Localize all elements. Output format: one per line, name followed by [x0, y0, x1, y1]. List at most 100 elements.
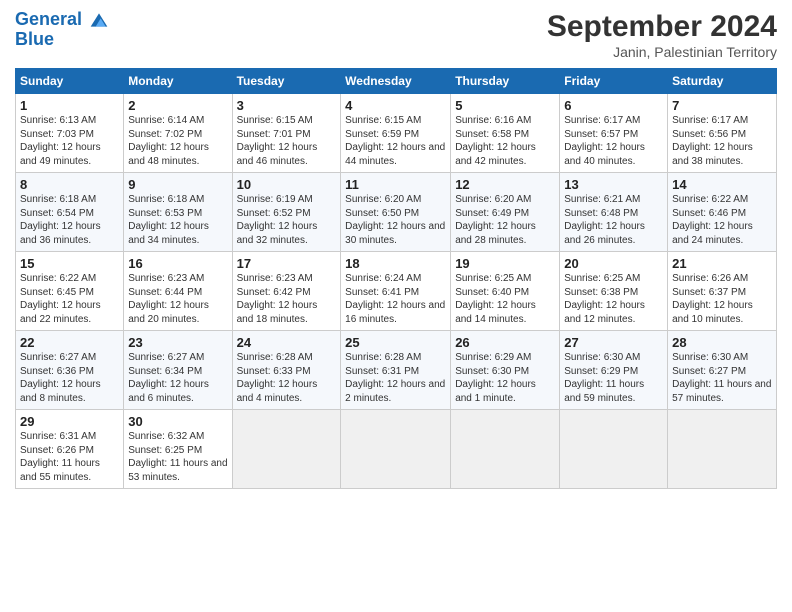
day-number: 28: [672, 335, 772, 350]
day-info: Sunrise: 6:17 AM Sunset: 6:56 PM Dayligh…: [672, 114, 772, 168]
calendar-cell: 23 Sunrise: 6:27 AM Sunset: 6:34 PM Dayl…: [124, 331, 232, 410]
day-info: Sunrise: 6:26 AM Sunset: 6:37 PM Dayligh…: [672, 272, 772, 326]
day-header-saturday: Saturday: [668, 69, 777, 94]
week-row-1: 1 Sunrise: 6:13 AM Sunset: 7:03 PM Dayli…: [16, 94, 777, 173]
day-number: 3: [237, 98, 337, 113]
day-number: 2: [128, 98, 227, 113]
day-info: Sunrise: 6:21 AM Sunset: 6:48 PM Dayligh…: [564, 193, 663, 247]
week-row-5: 29 Sunrise: 6:31 AM Sunset: 6:26 PM Dayl…: [16, 410, 777, 489]
day-info: Sunrise: 6:27 AM Sunset: 6:34 PM Dayligh…: [128, 351, 227, 405]
header: General Blue September 2024 Janin, Pales…: [15, 10, 777, 60]
day-header-friday: Friday: [560, 69, 668, 94]
logo-text2: Blue: [15, 30, 109, 50]
day-number: 19: [455, 256, 555, 271]
calendar-cell: 3 Sunrise: 6:15 AM Sunset: 7:01 PM Dayli…: [232, 94, 341, 173]
day-number: 27: [564, 335, 663, 350]
day-number: 10: [237, 177, 337, 192]
day-info: Sunrise: 6:19 AM Sunset: 6:52 PM Dayligh…: [237, 193, 337, 247]
day-number: 25: [345, 335, 446, 350]
calendar-cell: 1 Sunrise: 6:13 AM Sunset: 7:03 PM Dayli…: [16, 94, 124, 173]
calendar-cell: 28 Sunrise: 6:30 AM Sunset: 6:27 PM Dayl…: [668, 331, 777, 410]
day-number: 9: [128, 177, 227, 192]
calendar-cell: 18 Sunrise: 6:24 AM Sunset: 6:41 PM Dayl…: [341, 252, 451, 331]
calendar-cell: [560, 410, 668, 489]
day-info: Sunrise: 6:27 AM Sunset: 6:36 PM Dayligh…: [20, 351, 119, 405]
day-header-monday: Monday: [124, 69, 232, 94]
calendar-header-row: SundayMondayTuesdayWednesdayThursdayFrid…: [16, 69, 777, 94]
calendar-table: SundayMondayTuesdayWednesdayThursdayFrid…: [15, 68, 777, 489]
day-info: Sunrise: 6:18 AM Sunset: 6:53 PM Dayligh…: [128, 193, 227, 247]
day-info: Sunrise: 6:32 AM Sunset: 6:25 PM Dayligh…: [128, 430, 227, 484]
week-row-2: 8 Sunrise: 6:18 AM Sunset: 6:54 PM Dayli…: [16, 173, 777, 252]
day-info: Sunrise: 6:30 AM Sunset: 6:29 PM Dayligh…: [564, 351, 663, 405]
day-info: Sunrise: 6:28 AM Sunset: 6:31 PM Dayligh…: [345, 351, 446, 405]
day-number: 29: [20, 414, 119, 429]
day-number: 15: [20, 256, 119, 271]
day-number: 8: [20, 177, 119, 192]
calendar-cell: [341, 410, 451, 489]
calendar-cell: 21 Sunrise: 6:26 AM Sunset: 6:37 PM Dayl…: [668, 252, 777, 331]
day-info: Sunrise: 6:20 AM Sunset: 6:50 PM Dayligh…: [345, 193, 446, 247]
calendar-cell: 8 Sunrise: 6:18 AM Sunset: 6:54 PM Dayli…: [16, 173, 124, 252]
day-header-tuesday: Tuesday: [232, 69, 341, 94]
day-number: 6: [564, 98, 663, 113]
calendar-cell: 7 Sunrise: 6:17 AM Sunset: 6:56 PM Dayli…: [668, 94, 777, 173]
calendar-cell: 15 Sunrise: 6:22 AM Sunset: 6:45 PM Dayl…: [16, 252, 124, 331]
day-info: Sunrise: 6:25 AM Sunset: 6:38 PM Dayligh…: [564, 272, 663, 326]
calendar-cell: 9 Sunrise: 6:18 AM Sunset: 6:53 PM Dayli…: [124, 173, 232, 252]
calendar-cell: 12 Sunrise: 6:20 AM Sunset: 6:49 PM Dayl…: [451, 173, 560, 252]
day-info: Sunrise: 6:29 AM Sunset: 6:30 PM Dayligh…: [455, 351, 555, 405]
calendar-cell: 30 Sunrise: 6:32 AM Sunset: 6:25 PM Dayl…: [124, 410, 232, 489]
day-info: Sunrise: 6:30 AM Sunset: 6:27 PM Dayligh…: [672, 351, 772, 405]
calendar-cell: 4 Sunrise: 6:15 AM Sunset: 6:59 PM Dayli…: [341, 94, 451, 173]
day-number: 20: [564, 256, 663, 271]
day-info: Sunrise: 6:13 AM Sunset: 7:03 PM Dayligh…: [20, 114, 119, 168]
calendar-cell: 24 Sunrise: 6:28 AM Sunset: 6:33 PM Dayl…: [232, 331, 341, 410]
day-info: Sunrise: 6:20 AM Sunset: 6:49 PM Dayligh…: [455, 193, 555, 247]
day-header-sunday: Sunday: [16, 69, 124, 94]
calendar-cell: 5 Sunrise: 6:16 AM Sunset: 6:58 PM Dayli…: [451, 94, 560, 173]
logo: General Blue: [15, 10, 109, 50]
calendar-cell: 14 Sunrise: 6:22 AM Sunset: 6:46 PM Dayl…: [668, 173, 777, 252]
day-number: 23: [128, 335, 227, 350]
day-number: 7: [672, 98, 772, 113]
day-number: 13: [564, 177, 663, 192]
calendar-cell: 13 Sunrise: 6:21 AM Sunset: 6:48 PM Dayl…: [560, 173, 668, 252]
day-number: 26: [455, 335, 555, 350]
day-info: Sunrise: 6:28 AM Sunset: 6:33 PM Dayligh…: [237, 351, 337, 405]
day-number: 4: [345, 98, 446, 113]
calendar-cell: 17 Sunrise: 6:23 AM Sunset: 6:42 PM Dayl…: [232, 252, 341, 331]
day-number: 16: [128, 256, 227, 271]
calendar-cell: [232, 410, 341, 489]
day-info: Sunrise: 6:25 AM Sunset: 6:40 PM Dayligh…: [455, 272, 555, 326]
calendar-cell: 22 Sunrise: 6:27 AM Sunset: 6:36 PM Dayl…: [16, 331, 124, 410]
day-info: Sunrise: 6:15 AM Sunset: 6:59 PM Dayligh…: [345, 114, 446, 168]
logo-icon: [89, 10, 109, 30]
calendar-cell: 29 Sunrise: 6:31 AM Sunset: 6:26 PM Dayl…: [16, 410, 124, 489]
day-info: Sunrise: 6:23 AM Sunset: 6:44 PM Dayligh…: [128, 272, 227, 326]
calendar-cell: 26 Sunrise: 6:29 AM Sunset: 6:30 PM Dayl…: [451, 331, 560, 410]
day-number: 22: [20, 335, 119, 350]
day-header-wednesday: Wednesday: [341, 69, 451, 94]
calendar-cell: 19 Sunrise: 6:25 AM Sunset: 6:40 PM Dayl…: [451, 252, 560, 331]
week-row-3: 15 Sunrise: 6:22 AM Sunset: 6:45 PM Dayl…: [16, 252, 777, 331]
day-number: 18: [345, 256, 446, 271]
day-info: Sunrise: 6:16 AM Sunset: 6:58 PM Dayligh…: [455, 114, 555, 168]
logo-text: General: [15, 10, 109, 30]
day-number: 21: [672, 256, 772, 271]
day-number: 12: [455, 177, 555, 192]
location-title: Janin, Palestinian Territory: [547, 44, 777, 60]
calendar-cell: 11 Sunrise: 6:20 AM Sunset: 6:50 PM Dayl…: [341, 173, 451, 252]
day-number: 24: [237, 335, 337, 350]
day-number: 1: [20, 98, 119, 113]
title-block: September 2024 Janin, Palestinian Territ…: [547, 10, 777, 60]
day-number: 5: [455, 98, 555, 113]
day-header-thursday: Thursday: [451, 69, 560, 94]
day-info: Sunrise: 6:22 AM Sunset: 6:45 PM Dayligh…: [20, 272, 119, 326]
day-info: Sunrise: 6:23 AM Sunset: 6:42 PM Dayligh…: [237, 272, 337, 326]
day-info: Sunrise: 6:15 AM Sunset: 7:01 PM Dayligh…: [237, 114, 337, 168]
month-title: September 2024: [547, 10, 777, 44]
day-info: Sunrise: 6:31 AM Sunset: 6:26 PM Dayligh…: [20, 430, 119, 484]
page: General Blue September 2024 Janin, Pales…: [0, 0, 792, 612]
calendar-cell: 6 Sunrise: 6:17 AM Sunset: 6:57 PM Dayli…: [560, 94, 668, 173]
